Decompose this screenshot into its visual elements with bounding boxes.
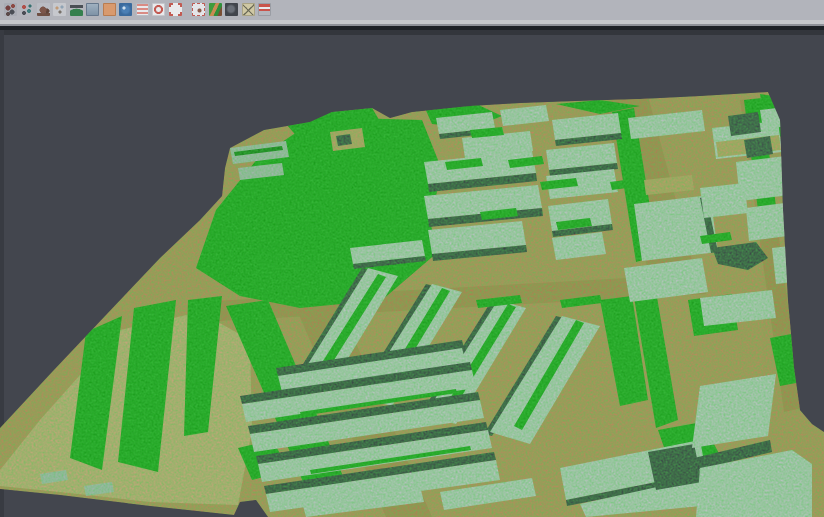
globe-icon[interactable] (119, 3, 132, 16)
target-circle-icon[interactable] (152, 3, 165, 16)
terrain-icon[interactable] (70, 3, 83, 16)
panel-icon[interactable] (86, 3, 99, 16)
sphere-icon[interactable] (225, 3, 238, 16)
application-window (0, 0, 824, 517)
viewport-3d[interactable] (0, 0, 824, 517)
red-list-icon[interactable] (136, 3, 149, 16)
colored-points-icon[interactable] (4, 3, 17, 16)
toolbar-separator (0, 26, 824, 30)
mountain-mesh-icon[interactable] (37, 3, 50, 16)
selection-corners-icon[interactable] (169, 3, 182, 16)
ortho-tile-icon[interactable] (103, 3, 116, 16)
align-points-icon[interactable] (20, 3, 33, 16)
point-cloud-scene (0, 0, 824, 517)
classification-map-icon[interactable] (209, 3, 222, 16)
textured-tile-icon[interactable] (242, 3, 255, 16)
dashed-selection-icon[interactable] (192, 3, 205, 16)
toolbar (0, 0, 824, 26)
sparse-points-icon[interactable] (53, 3, 66, 16)
red-bars-icon[interactable] (258, 3, 271, 16)
